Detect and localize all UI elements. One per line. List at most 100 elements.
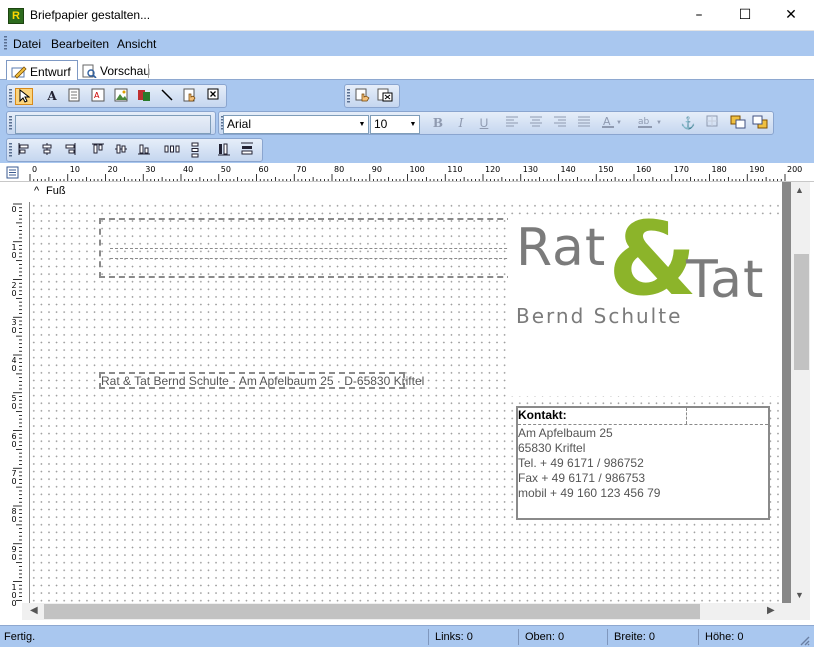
maximize-button[interactable]: ☐ bbox=[722, 0, 768, 31]
anchor-button[interactable]: ⚓ bbox=[679, 115, 697, 132]
contact-heading-line bbox=[518, 424, 768, 425]
tab-vorschau[interactable]: Vorschau bbox=[77, 60, 156, 80]
hand-page-button[interactable] bbox=[354, 88, 372, 105]
select-pointer-button[interactable] bbox=[15, 88, 33, 105]
remove-page-button[interactable] bbox=[376, 88, 394, 105]
same-height-button[interactable] bbox=[215, 142, 233, 159]
chevron-down-icon[interactable]: ▼ bbox=[407, 116, 419, 133]
scroll-right-icon[interactable]: ▶ bbox=[767, 605, 775, 616]
hand-tool-button[interactable] bbox=[181, 88, 199, 105]
delete-object-button[interactable] bbox=[204, 88, 222, 105]
toolbar-grip[interactable] bbox=[9, 116, 12, 130]
line-tool-button[interactable] bbox=[158, 88, 176, 105]
menu-bearbeiten[interactable]: Bearbeiten bbox=[51, 37, 109, 51]
menu-datei[interactable]: Datei bbox=[13, 37, 41, 51]
align-objects-center-icon bbox=[42, 143, 52, 155]
highlight-button[interactable]: ab ▼ bbox=[637, 115, 662, 132]
ruler-label: 20 bbox=[11, 280, 17, 298]
design-canvas[interactable]: Rat & Tat Bernd Schulte Rat & Tat Bernd … bbox=[22, 200, 782, 603]
font-name-combo[interactable]: Arial ▼ bbox=[223, 115, 369, 134]
distribute-vertical-button[interactable] bbox=[186, 142, 204, 159]
ruler-label: 90 bbox=[11, 544, 17, 562]
align-objects-right-button[interactable] bbox=[61, 142, 79, 159]
ruler-label: 80 bbox=[334, 165, 345, 174]
ruler-label: 10 bbox=[11, 242, 17, 260]
ruler-label: 100 bbox=[409, 165, 425, 174]
vertical-scroll-thumb[interactable] bbox=[794, 254, 809, 370]
style-selector[interactable] bbox=[15, 115, 211, 134]
align-left-button[interactable] bbox=[503, 115, 521, 132]
distribute-horizontal-button[interactable] bbox=[163, 142, 181, 159]
align-objects-top-button[interactable] bbox=[89, 142, 107, 159]
barcode-tool-button[interactable] bbox=[135, 88, 153, 105]
italic-button[interactable]: I bbox=[452, 115, 470, 132]
horizontal-scrollbar[interactable]: ◀ ▶ bbox=[22, 603, 782, 620]
contact-heading: Kontakt: bbox=[518, 408, 567, 422]
anchor-icon: ⚓ bbox=[680, 116, 696, 130]
bold-icon: B bbox=[432, 116, 444, 130]
align-objects-center-button[interactable] bbox=[38, 142, 56, 159]
align-objects-bottom-icon bbox=[138, 144, 150, 155]
send-back-icon bbox=[752, 115, 768, 129]
align-right-button[interactable] bbox=[551, 115, 569, 132]
contact-city: 65830 Kriftel bbox=[518, 441, 586, 455]
ruler-label: 20 bbox=[107, 165, 118, 174]
align-center-button[interactable] bbox=[527, 115, 545, 132]
font-size-value: 10 bbox=[374, 117, 388, 131]
company-logo[interactable]: Rat & Tat Bernd Schulte bbox=[508, 200, 782, 396]
svg-text:ab: ab bbox=[638, 117, 650, 127]
align-objects-middle-button[interactable] bbox=[112, 142, 130, 159]
underline-button[interactable]: U bbox=[475, 115, 493, 132]
scroll-left-icon[interactable]: ◀ bbox=[30, 605, 38, 616]
logo-word-rat: Rat bbox=[516, 218, 607, 278]
ruler-settings-icon[interactable] bbox=[6, 166, 20, 179]
font-color-button[interactable]: A ▼ bbox=[601, 115, 622, 132]
preview-icon bbox=[82, 64, 97, 78]
font-size-combo[interactable]: 10 ▼ bbox=[370, 115, 420, 134]
distribute-vertical-icon bbox=[191, 142, 199, 158]
font-color-icon: A ▼ bbox=[602, 115, 622, 128]
toolbar-grip[interactable] bbox=[347, 89, 350, 103]
ruler-label: 70 bbox=[11, 469, 17, 487]
textblock-tool-button[interactable] bbox=[65, 88, 83, 105]
justify-button[interactable] bbox=[575, 115, 593, 132]
horizontal-scroll-thumb[interactable] bbox=[44, 604, 700, 619]
border-button[interactable] bbox=[703, 115, 721, 132]
menu-grip[interactable] bbox=[4, 36, 7, 51]
distribute-horizontal-icon bbox=[164, 145, 180, 153]
title-bar: R Briefpapier gestalten... – ☐ ✕ bbox=[0, 0, 814, 31]
minimize-button[interactable]: – bbox=[676, 0, 722, 31]
text-tool-button[interactable]: A bbox=[43, 88, 61, 105]
letter-page[interactable]: Rat & Tat Bernd Schulte Rat & Tat Bernd … bbox=[29, 200, 782, 603]
ruler-label: 60 bbox=[258, 165, 269, 174]
field-tool-button[interactable]: A bbox=[89, 88, 107, 105]
bold-button[interactable]: B bbox=[429, 115, 447, 132]
toolbar-grip[interactable] bbox=[9, 89, 12, 103]
document-icon bbox=[68, 88, 80, 102]
collapse-section-button[interactable]: ^ bbox=[34, 185, 39, 197]
logo-ampersand: & bbox=[608, 200, 697, 319]
scroll-down-icon[interactable]: ▼ bbox=[795, 590, 804, 600]
chevron-down-icon[interactable]: ▼ bbox=[356, 116, 368, 133]
toolbar-grip[interactable] bbox=[9, 143, 12, 157]
bring-front-button[interactable] bbox=[729, 115, 747, 132]
tab-entwurf[interactable]: Entwurf bbox=[6, 60, 78, 80]
vertical-scrollbar[interactable]: ▲ ▼ bbox=[782, 182, 810, 603]
send-back-button[interactable] bbox=[751, 115, 769, 132]
sender-line-box[interactable]: Rat & Tat Bernd Schulte · Am Apfelbaum 2… bbox=[99, 372, 424, 389]
resize-grip-icon[interactable] bbox=[798, 634, 810, 646]
contact-box[interactable]: Kontakt: Am Apfelbaum 25 65830 Kriftel T… bbox=[516, 406, 770, 520]
align-objects-left-button[interactable] bbox=[15, 142, 33, 159]
ruler-label: 130 bbox=[522, 165, 539, 174]
same-width-button[interactable] bbox=[238, 142, 256, 159]
scroll-up-icon[interactable]: ▲ bbox=[795, 185, 804, 195]
image-tool-button[interactable] bbox=[112, 88, 130, 105]
menu-ansicht[interactable]: Ansicht bbox=[117, 37, 156, 51]
align-objects-top-icon bbox=[92, 143, 104, 154]
font-name-value: Arial bbox=[227, 117, 252, 131]
status-divider bbox=[698, 629, 699, 645]
italic-icon: I bbox=[458, 116, 464, 130]
close-button[interactable]: ✕ bbox=[768, 0, 814, 31]
svg-text:▼: ▼ bbox=[616, 120, 622, 126]
align-objects-bottom-button[interactable] bbox=[135, 142, 153, 159]
